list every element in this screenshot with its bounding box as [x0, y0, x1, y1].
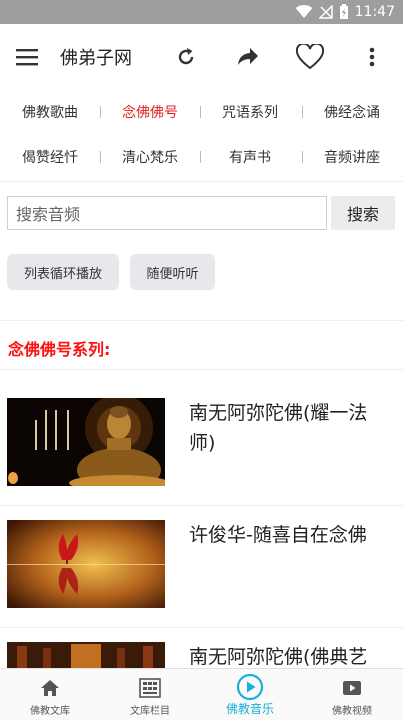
temple-thumbnail	[7, 642, 165, 668]
category-tab[interactable]: 佛教歌曲	[0, 88, 100, 136]
app-title: 佛弟子网	[60, 48, 132, 69]
nav-tab-buddhist-library[interactable]: 佛教文库	[0, 669, 100, 720]
app-bar: 佛弟子网	[0, 24, 403, 90]
status-bar: 11:47	[0, 0, 403, 24]
list-item[interactable]: 许俊华-随喜自在念佛	[0, 506, 403, 628]
nav-tab-buddhist-video[interactable]: 佛教视频	[302, 669, 402, 720]
category-tab[interactable]: 偈赞经忏	[0, 133, 100, 181]
nav-tab-label: 佛教文库	[30, 706, 70, 717]
category-row-1: 佛教歌曲 念佛佛号 咒语系列 佛经念诵	[0, 88, 403, 136]
divider	[0, 369, 403, 370]
video-icon	[343, 681, 361, 695]
section-title: 念佛佛号系列:	[8, 340, 111, 359]
divider	[0, 181, 403, 182]
favorite-icon	[296, 44, 324, 70]
buddha-statue-thumbnail	[7, 398, 165, 486]
category-tab[interactable]: 咒语系列	[200, 88, 300, 136]
nav-tab-label: 佛教音乐	[225, 702, 274, 716]
share-icon	[238, 48, 258, 65]
battery-icon	[339, 4, 348, 19]
nav-tab-label: 佛教视频	[332, 706, 372, 717]
more-icon	[369, 47, 375, 67]
nav-tab-library-columns[interactable]: 文库栏目	[100, 669, 200, 720]
lotus-flower-thumbnail	[7, 520, 165, 608]
category-tab-active[interactable]: 念佛佛号	[100, 88, 200, 136]
menu-button[interactable]	[14, 44, 40, 70]
nav-tab-buddhist-music[interactable]: 佛教音乐	[200, 669, 300, 720]
refresh-button[interactable]	[170, 41, 202, 73]
category-tab[interactable]: 佛经念诵	[302, 88, 402, 136]
bottom-navigation: 佛教文库 文库栏目 佛教音乐 佛教视频	[0, 668, 403, 720]
category-tab[interactable]: 清心梵乐	[100, 133, 200, 181]
list-item[interactable]: 南无阿弥陀佛(耀一法师)	[0, 384, 403, 506]
play-circle-icon	[236, 673, 264, 701]
share-button[interactable]	[232, 41, 264, 73]
item-title: 南无阿弥陀佛(耀一法师)	[189, 402, 368, 454]
status-icons: 11:47	[295, 0, 395, 24]
grid-icon	[139, 678, 161, 698]
menu-icon	[16, 49, 38, 66]
shuffle-play-button[interactable]: 随便听听	[130, 254, 215, 290]
search-button[interactable]: 搜索	[331, 196, 395, 230]
category-tab[interactable]: 音频讲座	[302, 133, 402, 181]
wifi-icon	[295, 5, 313, 18]
favorite-button[interactable]	[294, 41, 326, 73]
category-row-2: 偈赞经忏 清心梵乐 有声书 音频讲座	[0, 133, 403, 181]
status-time: 11:47	[354, 4, 395, 20]
search-input[interactable]: 搜索音频	[7, 196, 327, 230]
refresh-icon	[178, 48, 194, 65]
home-icon	[41, 680, 59, 696]
item-title: 许俊华-随喜自在念佛	[189, 524, 367, 546]
more-button[interactable]	[356, 41, 388, 73]
divider	[0, 320, 403, 321]
no-signal-icon	[318, 5, 333, 19]
category-tab[interactable]: 有声书	[200, 133, 300, 181]
nav-tab-label: 文库栏目	[130, 706, 170, 717]
loop-list-play-button[interactable]: 列表循环播放	[7, 254, 119, 290]
